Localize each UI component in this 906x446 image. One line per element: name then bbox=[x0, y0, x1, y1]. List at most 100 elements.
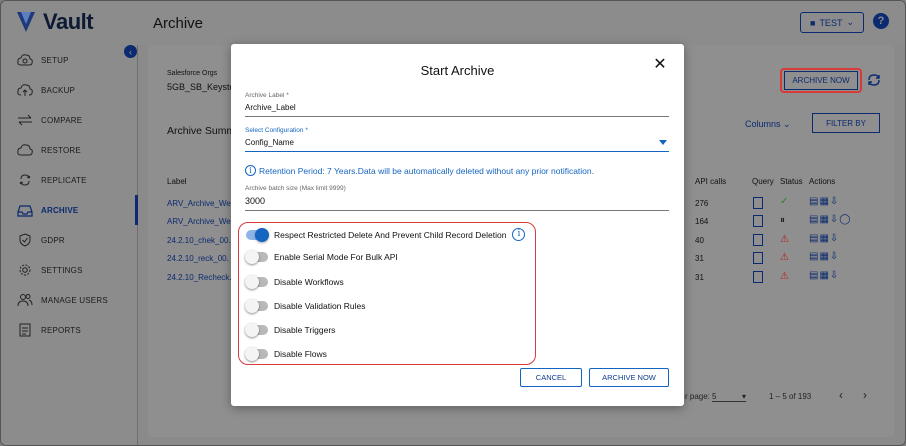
sidebar: SETUP BACKUP COMPARE RESTORE REPLICATE A… bbox=[1, 45, 138, 445]
sidebar-collapse-button[interactable]: ‹ bbox=[124, 45, 137, 58]
dialog-title: Start Archive bbox=[420, 63, 495, 78]
gear-icon bbox=[17, 262, 33, 278]
status-warning-icon: ⚠ bbox=[780, 252, 789, 263]
cloud-upload-icon bbox=[17, 82, 33, 98]
configuration-caption: Select Configuration * bbox=[245, 127, 308, 134]
configuration-select[interactable]: Select Configuration * Config_Name bbox=[245, 127, 669, 152]
row-actions-icons[interactable]: ▤▦⇩ bbox=[809, 233, 839, 244]
close-icon[interactable]: ✕ bbox=[653, 57, 667, 73]
sidebar-item-label: SETUP bbox=[41, 55, 69, 65]
status-paused-icon: ⏸ bbox=[780, 215, 785, 226]
col-header-query: Query bbox=[752, 177, 774, 186]
row-actions-icons[interactable]: ▤▦⇩ bbox=[809, 270, 839, 281]
brand-logo[interactable]: Vault bbox=[15, 9, 94, 35]
sidebar-item-archive[interactable]: ARCHIVE bbox=[1, 195, 138, 225]
sidebar-item-gdpr[interactable]: GDPR bbox=[1, 225, 138, 255]
option-disable-flows[interactable]: Disable Flows bbox=[245, 347, 327, 361]
cancel-button[interactable]: CANCEL bbox=[520, 368, 582, 387]
table-row-label[interactable]: ARV_Archive_Wed bbox=[167, 199, 235, 208]
toggle-switch[interactable] bbox=[245, 347, 268, 361]
query-doc-icon[interactable] bbox=[753, 197, 763, 209]
filter-by-button[interactable]: FILTER BY bbox=[812, 113, 880, 133]
option-disable-workflows[interactable]: Disable Workflows bbox=[245, 275, 344, 289]
table-row-label[interactable]: 24.2.10_chek_00. bbox=[167, 236, 231, 245]
option-label: Disable Validation Rules bbox=[274, 301, 366, 311]
col-header-api-calls[interactable]: API calls bbox=[695, 177, 726, 186]
sidebar-item-label: BACKUP bbox=[41, 85, 76, 95]
row-actions-icons[interactable]: ▤▦⇩ bbox=[809, 196, 839, 207]
option-disable-triggers[interactable]: Disable Triggers bbox=[245, 323, 336, 337]
columns-dropdown[interactable]: Columns ⌄ bbox=[745, 119, 791, 130]
option-label: Enable Serial Mode For Bulk API bbox=[274, 252, 398, 262]
col-header-actions: Actions bbox=[809, 177, 836, 186]
archive-label-field[interactable]: Archive Label * Archive_Label bbox=[245, 92, 669, 117]
refresh-icon[interactable] bbox=[867, 73, 881, 87]
option-serial-mode[interactable]: Enable Serial Mode For Bulk API bbox=[245, 250, 398, 264]
app-window: Vault Archive ■ TEST ⌄ ? ‹ SETUP BACKUP … bbox=[0, 0, 906, 446]
sidebar-item-replicate[interactable]: REPLICATE bbox=[1, 165, 138, 195]
table-row-api-calls: 276 bbox=[695, 199, 709, 208]
compare-arrows-icon bbox=[17, 112, 33, 128]
retention-notice: i Retention Period: 7 Years.Data will be… bbox=[245, 165, 594, 176]
batch-size-input[interactable]: 3000 bbox=[245, 196, 669, 211]
archive-now-button[interactable]: ARCHIVE NOW bbox=[784, 71, 858, 90]
page-title: Archive bbox=[153, 15, 204, 32]
row-actions-icons[interactable]: ▤▦⇩◯ bbox=[809, 214, 851, 225]
sidebar-item-settings[interactable]: SETTINGS bbox=[1, 255, 138, 285]
toggle-switch[interactable] bbox=[245, 299, 268, 313]
configuration-select-value[interactable]: Config_Name bbox=[245, 138, 669, 152]
user-icon: ■ bbox=[810, 17, 816, 28]
sidebar-item-restore[interactable]: RESTORE bbox=[1, 135, 138, 165]
columns-label: Columns bbox=[745, 119, 781, 129]
query-doc-icon[interactable] bbox=[753, 271, 763, 283]
toggle-switch[interactable] bbox=[246, 227, 269, 242]
option-label: Respect Restricted Delete And Prevent Ch… bbox=[274, 229, 507, 240]
sidebar-item-setup[interactable]: SETUP bbox=[1, 45, 138, 75]
toggle-switch[interactable] bbox=[245, 250, 268, 264]
sidebar-item-reports[interactable]: REPORTS bbox=[1, 315, 138, 345]
table-row-api-calls: 31 bbox=[695, 254, 704, 263]
pagination-range: 1 – 5 of 193 bbox=[769, 392, 812, 401]
rows-per-page-select[interactable]: 5 ▾ bbox=[712, 392, 746, 402]
table-row-label[interactable]: 24.2.10_reck_00. bbox=[167, 254, 229, 263]
archive-now-button[interactable]: ARCHIVE NOW bbox=[589, 368, 669, 387]
table-row-label[interactable]: ARV_Archive_Wed bbox=[167, 217, 235, 226]
cloud-restore-icon bbox=[17, 142, 33, 158]
next-page-icon[interactable]: › bbox=[863, 388, 867, 402]
sidebar-item-compare[interactable]: COMPARE bbox=[1, 105, 138, 135]
archive-icon bbox=[17, 202, 33, 218]
col-header-status: Status bbox=[780, 177, 803, 186]
help-icon[interactable]: ? bbox=[873, 13, 889, 29]
status-success-icon: ✓ bbox=[780, 196, 789, 207]
option-label: Disable Workflows bbox=[274, 277, 344, 287]
archive-label-caption: Archive Label * bbox=[245, 92, 289, 99]
option-disable-validation-rules[interactable]: Disable Validation Rules bbox=[245, 299, 366, 313]
shield-check-icon bbox=[17, 232, 33, 248]
org-select[interactable]: 5GB_SB_Keysto bbox=[167, 82, 235, 92]
row-actions-icons[interactable]: ▤▦⇩ bbox=[809, 251, 839, 262]
toggle-switch[interactable] bbox=[245, 275, 268, 289]
col-header-label[interactable]: Label bbox=[167, 177, 187, 186]
table-row-label[interactable]: 24.2.10_Recheck. bbox=[167, 273, 232, 282]
prev-page-icon[interactable]: ‹ bbox=[839, 388, 843, 402]
info-icon[interactable]: i bbox=[512, 228, 526, 241]
sidebar-item-label: GDPR bbox=[41, 235, 65, 245]
query-doc-icon[interactable] bbox=[753, 234, 763, 246]
sidebar-item-label: COMPARE bbox=[41, 115, 83, 125]
query-doc-icon[interactable] bbox=[753, 252, 763, 264]
option-label: Disable Triggers bbox=[274, 325, 336, 335]
caret-down-icon: ▾ bbox=[741, 392, 746, 401]
sidebar-item-label: SETTINGS bbox=[41, 265, 83, 275]
query-doc-icon[interactable] bbox=[753, 215, 763, 227]
option-respect-restricted-delete[interactable]: Respect Restricted Delete And Prevent Ch… bbox=[246, 227, 526, 242]
archive-label-input[interactable]: Archive_Label bbox=[245, 103, 669, 117]
rows-per-page-value: 5 bbox=[712, 392, 717, 401]
summary-title: Archive Summ bbox=[167, 125, 236, 137]
cloud-gear-icon bbox=[17, 52, 33, 68]
sidebar-item-manage-users[interactable]: MANAGE USERS bbox=[1, 285, 138, 315]
sidebar-item-backup[interactable]: BACKUP bbox=[1, 75, 138, 105]
toggle-switch[interactable] bbox=[245, 323, 268, 337]
user-menu-button[interactable]: ■ TEST ⌄ bbox=[800, 12, 864, 33]
sidebar-item-label: REPLICATE bbox=[41, 175, 87, 185]
sidebar-item-label: MANAGE USERS bbox=[41, 295, 108, 305]
